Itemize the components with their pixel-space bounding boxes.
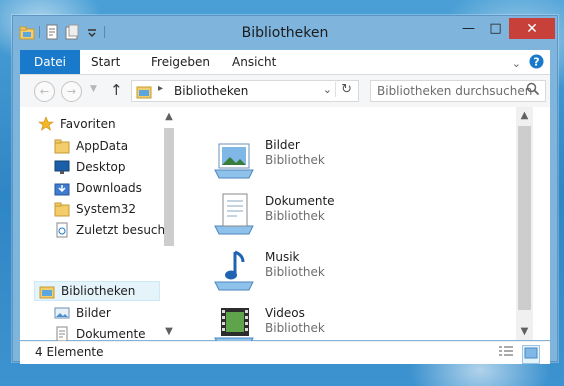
navigation-pane: Favoriten AppData Desktop Downloads Syst… bbox=[20, 107, 178, 342]
nav-item-label: System32 bbox=[76, 202, 137, 216]
library-item-musik[interactable]: Musik Bibliothek bbox=[211, 246, 325, 298]
forward-button[interactable]: → bbox=[61, 81, 82, 102]
search-placeholder: Bibliotheken durchsuchen bbox=[377, 84, 533, 98]
library-item-name: Videos bbox=[265, 306, 305, 320]
library-item-type: Bibliothek bbox=[265, 265, 325, 279]
forward-arrow-icon: → bbox=[66, 85, 77, 98]
library-item-dokumente[interactable]: Dokumente Bibliothek bbox=[211, 190, 335, 242]
scroll-up-icon[interactable]: ▲ bbox=[161, 111, 177, 122]
libraries-icon bbox=[39, 283, 55, 299]
library-item-name: Musik bbox=[265, 250, 300, 264]
tab-ansicht[interactable]: Ansicht bbox=[232, 50, 276, 74]
content-scrollbar[interactable]: ▲ ▼ bbox=[516, 107, 533, 340]
content-pane: Bilder Bibliothek Dokumente Bibliothek M… bbox=[187, 107, 533, 347]
library-item-name: Bilder bbox=[265, 138, 300, 152]
documents-icon bbox=[54, 326, 70, 342]
search-input[interactable]: Bibliotheken durchsuchen bbox=[370, 80, 546, 102]
library-item-name: Dokumente bbox=[265, 194, 335, 208]
nav-item-label: Desktop bbox=[76, 160, 126, 174]
back-button[interactable]: ← bbox=[34, 81, 55, 102]
nav-item-label: AppData bbox=[76, 139, 129, 153]
desktop-icon bbox=[54, 159, 70, 175]
address-bar[interactable]: ▸ Bibliotheken ⌄ ↻ bbox=[131, 80, 359, 102]
close-icon: ✕ bbox=[526, 20, 538, 37]
main-area: Favoriten AppData Desktop Downloads Syst… bbox=[20, 107, 550, 347]
scroll-down-icon[interactable]: ▼ bbox=[516, 323, 533, 340]
help-icon[interactable]: ? bbox=[529, 54, 544, 72]
music-library-icon bbox=[211, 246, 259, 294]
refresh-icon[interactable]: ↻ bbox=[335, 82, 352, 97]
navigation-pane-scrollbar[interactable]: ▲ ▼ bbox=[161, 111, 177, 337]
downloads-icon bbox=[54, 180, 70, 196]
nav-item-system32[interactable]: System32 bbox=[54, 199, 136, 219]
scrollbar-thumb[interactable] bbox=[518, 126, 531, 310]
scroll-up-icon[interactable]: ▲ bbox=[516, 107, 533, 124]
folder-icon bbox=[54, 201, 70, 217]
maximize-icon: □ bbox=[489, 21, 502, 36]
tab-freigeben[interactable]: Freigeben bbox=[151, 50, 210, 74]
tab-datei[interactable]: Datei bbox=[20, 50, 81, 74]
expand-ribbon-icon[interactable]: ⌄ bbox=[512, 57, 521, 70]
search-icon[interactable] bbox=[526, 82, 540, 102]
libraries-label: Bibliotheken bbox=[61, 284, 136, 298]
status-bar: 4 Elemente bbox=[20, 341, 550, 364]
nav-item-bilder[interactable]: Bilder bbox=[54, 303, 111, 323]
window-controls: — □ ✕ bbox=[455, 18, 555, 39]
close-button[interactable]: ✕ bbox=[509, 18, 555, 39]
explorer-window: Bibliotheken — □ ✕ Datei Start Freigeben… bbox=[12, 15, 558, 364]
address-path[interactable]: Bibliotheken bbox=[174, 84, 248, 98]
title-bar[interactable]: Bibliotheken — □ ✕ bbox=[13, 16, 557, 50]
navigation-bar: ← → ▼ ↑ ▸ Bibliotheken ⌄ ↻ Bibliotheken … bbox=[20, 75, 550, 107]
nav-item-appdata[interactable]: AppData bbox=[54, 136, 128, 156]
nav-item-label: Bilder bbox=[76, 306, 111, 320]
nav-item-label: Dokumente bbox=[76, 327, 146, 341]
breadcrumb-chevron-icon[interactable]: ▸ bbox=[158, 83, 163, 94]
nav-item-label: Zuletzt besucht bbox=[76, 223, 170, 237]
back-arrow-icon: ← bbox=[39, 85, 50, 98]
up-arrow-icon[interactable]: ↑ bbox=[110, 81, 123, 99]
scrollbar-thumb[interactable] bbox=[164, 128, 174, 246]
pictures-library-icon bbox=[211, 134, 259, 182]
nav-item-recent-places[interactable]: Zuletzt besucht bbox=[54, 220, 170, 240]
nav-favorites[interactable]: Favoriten bbox=[38, 114, 116, 134]
nav-item-downloads[interactable]: Downloads bbox=[54, 178, 142, 198]
favorites-label: Favoriten bbox=[60, 117, 116, 131]
ribbon-right-controls: ⌄ ? bbox=[512, 54, 544, 72]
library-item-type: Bibliothek bbox=[265, 153, 325, 167]
view-switcher bbox=[498, 345, 540, 364]
maximize-button[interactable]: □ bbox=[482, 18, 509, 39]
minimize-icon: — bbox=[462, 21, 475, 36]
nav-item-desktop[interactable]: Desktop bbox=[54, 157, 126, 177]
documents-library-icon bbox=[211, 190, 259, 238]
large-icons-view-icon[interactable] bbox=[522, 345, 540, 364]
details-view-icon[interactable] bbox=[498, 345, 514, 364]
folder-icon bbox=[54, 138, 70, 154]
nav-item-label: Downloads bbox=[76, 181, 142, 195]
star-icon bbox=[38, 116, 54, 132]
address-dropdown-icon[interactable]: ⌄ bbox=[323, 83, 332, 96]
ribbon-tabs: Datei Start Freigeben Ansicht ⌄ ? bbox=[20, 50, 550, 75]
pictures-icon bbox=[54, 305, 70, 321]
library-item-bilder[interactable]: Bilder Bibliothek bbox=[211, 134, 325, 186]
svg-text:?: ? bbox=[533, 56, 539, 69]
scroll-down-icon[interactable]: ▼ bbox=[161, 326, 177, 337]
tab-start[interactable]: Start bbox=[91, 50, 120, 74]
item-count: 4 Elemente bbox=[35, 345, 104, 359]
recent-locations-icon[interactable]: ▼ bbox=[90, 84, 97, 94]
library-item-type: Bibliothek bbox=[265, 209, 325, 223]
recent-places-icon bbox=[54, 222, 70, 238]
nav-libraries[interactable]: Bibliotheken bbox=[34, 281, 160, 301]
minimize-button[interactable]: — bbox=[455, 18, 482, 39]
libraries-icon bbox=[136, 83, 152, 102]
library-item-type: Bibliothek bbox=[265, 321, 325, 335]
